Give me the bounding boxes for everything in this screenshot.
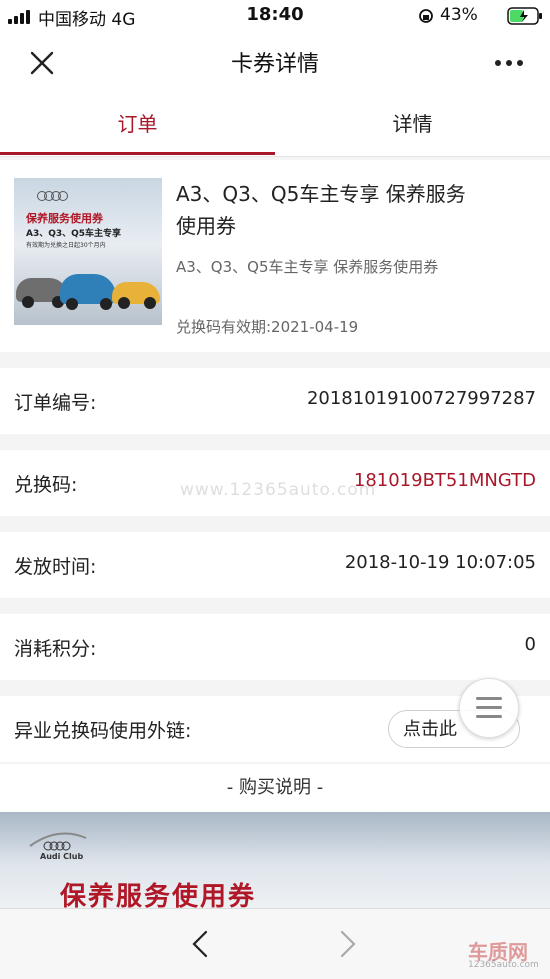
redeem-code-value[interactable]: 181019BT51MNGTD — [354, 470, 536, 491]
order-number-row: 订单编号: 20181019100727997287 — [0, 368, 550, 434]
back-arrow-icon[interactable] — [190, 929, 210, 959]
points-row: 消耗积分: 0 — [0, 614, 550, 680]
nav-bar: 卡券详情 — [0, 32, 550, 94]
coupon-validity: 兑换码有效期:2021-04-19 — [176, 318, 359, 336]
issue-time-row: 发放时间: 2018-10-19 10:07:05 — [0, 532, 550, 598]
points-value: 0 — [524, 634, 536, 655]
banner-title: 保养服务使用券 — [60, 882, 257, 908]
battery-icon — [507, 7, 542, 25]
order-number-label: 订单编号: — [14, 392, 97, 414]
tab-bar: 订单 详情 — [0, 94, 550, 157]
redeem-code-label: 兑换码: — [14, 474, 78, 496]
external-link-label: 异业兑换码使用外链: — [14, 720, 192, 742]
audi-club-text: Audi Club — [40, 852, 84, 861]
thumb-title: 保养服务使用券 — [26, 212, 103, 225]
coupon-title: A3、Q3、Q5车主专享 保养服务使用券 — [176, 182, 466, 238]
coupon-subtitle: A3、Q3、Q5车主专享 保养服务使用券 — [176, 258, 439, 276]
audi-club-logo — [29, 832, 87, 851]
purchase-notes-heading: - 购买说明 - — [0, 764, 550, 812]
promo-banner: Audi Club 保养服务使用券 — [0, 812, 550, 908]
site-url: 12365auto.com — [468, 960, 539, 970]
battery-percent: 43% — [440, 5, 478, 25]
page-title: 卡券详情 — [230, 52, 319, 77]
points-label: 消耗积分: — [14, 638, 97, 660]
thumb-note: 有效期为兑换之日起30个月内 — [26, 242, 106, 249]
active-tab-indicator — [0, 152, 275, 155]
more-icon[interactable] — [494, 59, 524, 67]
coupon-thumbnail: 保养服务使用券 A3、Q3、Q5车主专享 有效期为兑换之日起30个月内 — [14, 178, 162, 325]
forward-arrow-icon[interactable] — [338, 929, 358, 959]
issue-time-label: 发放时间: — [14, 556, 97, 578]
watermark: www.12365auto.com — [180, 480, 377, 500]
order-number-value: 20181019100727997287 — [306, 388, 536, 409]
rotation-lock-icon — [419, 9, 433, 23]
coupon-card[interactable]: 保养服务使用券 A3、Q3、Q5车主专享 有效期为兑换之日起30个月内 A3、Q… — [0, 160, 550, 352]
floating-menu-button[interactable] — [459, 678, 519, 738]
tab-details[interactable]: 详情 — [275, 94, 550, 156]
status-bar: 中国移动 4G 18:40 43% — [0, 0, 550, 32]
audi-rings-logo — [37, 191, 68, 201]
issue-time-value: 2018-10-19 10:07:05 — [344, 552, 536, 573]
tab-order[interactable]: 订单 — [0, 94, 275, 156]
thumb-models: A3、Q3、Q5车主专享 — [26, 229, 122, 239]
